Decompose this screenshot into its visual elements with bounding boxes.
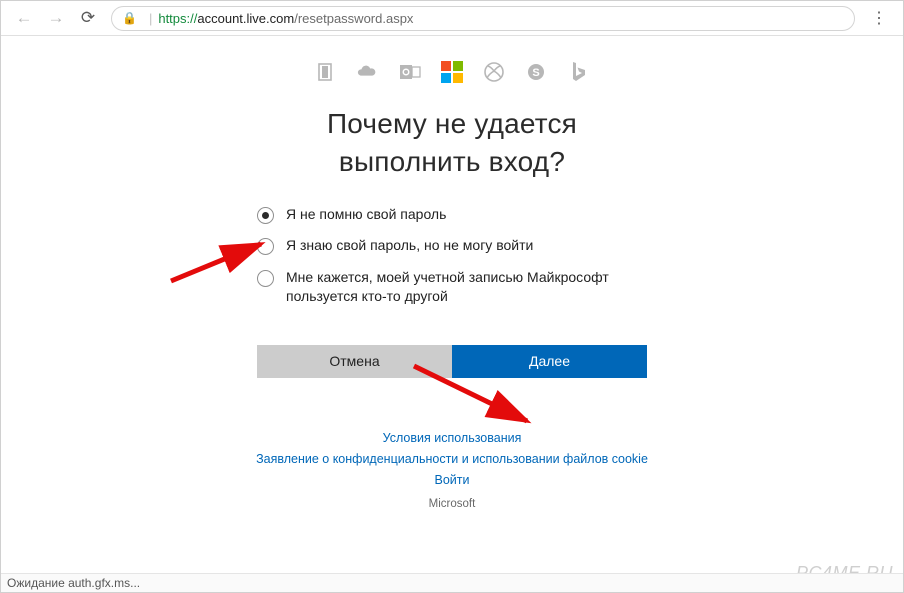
forward-button[interactable]: → bbox=[43, 5, 69, 31]
option-label: Я не помню свой пароль bbox=[286, 205, 446, 225]
office-icon bbox=[315, 61, 337, 83]
radio-icon bbox=[257, 207, 274, 224]
lock-icon: 🔒 bbox=[122, 11, 137, 25]
reload-button[interactable]: ⟳ bbox=[75, 5, 101, 31]
menu-button[interactable]: ⋮ bbox=[865, 8, 893, 28]
signin-link[interactable]: Войти bbox=[435, 473, 470, 487]
reason-form: Я не помню свой пароль Я знаю свой парол… bbox=[257, 205, 647, 307]
outlook-icon bbox=[399, 61, 421, 83]
option-someone-else[interactable]: Мне кажется, моей учетной записью Майкро… bbox=[257, 268, 647, 307]
privacy-link[interactable]: Заявление о конфиденциальности и использ… bbox=[256, 452, 648, 466]
browser-toolbar: ← → ⟳ 🔒 | https://account.live.com/reset… bbox=[1, 1, 903, 36]
button-row: Отмена Далее bbox=[257, 345, 647, 378]
status-bar: Ожидание auth.gfx.ms... bbox=[1, 573, 903, 592]
back-button[interactable]: ← bbox=[11, 5, 37, 31]
product-logos: S bbox=[1, 61, 903, 83]
svg-text:S: S bbox=[532, 67, 539, 79]
url-path: /resetpassword.aspx bbox=[294, 11, 413, 26]
skype-icon: S bbox=[525, 61, 547, 83]
url-protocol: https:// bbox=[158, 11, 197, 26]
bing-icon bbox=[567, 61, 589, 83]
option-forgot-password[interactable]: Я не помню свой пароль bbox=[257, 205, 647, 225]
next-button[interactable]: Далее bbox=[452, 345, 647, 378]
xbox-icon bbox=[483, 61, 505, 83]
footer-links: Условия использования Заявление о конфид… bbox=[1, 428, 903, 492]
url-host: account.live.com bbox=[197, 11, 294, 26]
page-content: S Почему не удаетсявыполнить вход? Я не … bbox=[1, 61, 903, 593]
cancel-button[interactable]: Отмена bbox=[257, 345, 452, 378]
brand-label: Microsoft bbox=[1, 498, 903, 510]
page-title: Почему не удаетсявыполнить вход? bbox=[1, 105, 903, 181]
terms-link[interactable]: Условия использования bbox=[383, 431, 522, 445]
radio-icon bbox=[257, 270, 274, 287]
onedrive-icon bbox=[357, 61, 379, 83]
option-know-password[interactable]: Я знаю свой пароль, но не могу войти bbox=[257, 236, 647, 256]
status-text: Ожидание auth.gfx.ms... bbox=[7, 576, 140, 590]
address-bar[interactable]: 🔒 | https://account.live.com/resetpasswo… bbox=[111, 6, 855, 31]
radio-icon bbox=[257, 238, 274, 255]
option-label: Мне кажется, моей учетной записью Майкро… bbox=[286, 268, 647, 307]
microsoft-icon bbox=[441, 61, 463, 83]
option-label: Я знаю свой пароль, но не могу войти bbox=[286, 236, 533, 256]
